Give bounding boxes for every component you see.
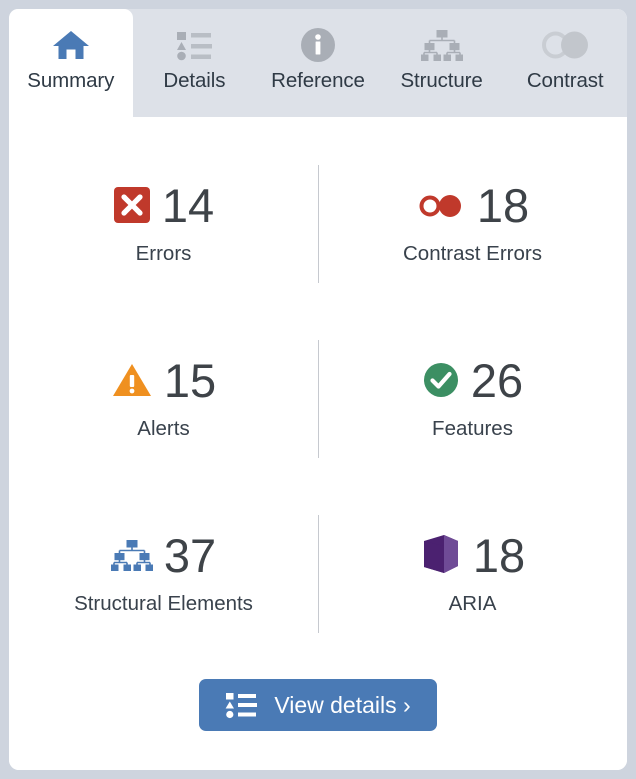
tab-details[interactable]: Details bbox=[133, 9, 257, 117]
tab-reference[interactable]: Reference bbox=[256, 9, 380, 117]
stat-row: 14 Errors 18 Contrast Errors bbox=[9, 147, 627, 322]
tab-details-label: Details bbox=[163, 69, 226, 92]
tab-structure[interactable]: Structure bbox=[380, 9, 504, 117]
tab-contrast[interactable]: Contrast bbox=[503, 9, 627, 117]
home-icon bbox=[50, 23, 92, 67]
stat-alerts-label: Alerts bbox=[137, 417, 190, 440]
stat-aria-value: 18 bbox=[472, 528, 526, 582]
stat-aria-label: ARIA bbox=[448, 592, 497, 615]
stat-alerts-value: 15 bbox=[163, 353, 217, 407]
stat-top: 14 bbox=[113, 177, 214, 233]
structure-blue-icon bbox=[110, 538, 153, 572]
stat-aria[interactable]: 18 ARIA bbox=[318, 497, 627, 672]
tab-bar: Summary Details Reference Structure Cont… bbox=[9, 9, 627, 117]
info-icon bbox=[299, 23, 337, 67]
tab-summary-label: Summary bbox=[27, 69, 115, 92]
tab-structure-label: Structure bbox=[400, 69, 483, 92]
footer-actions: View details › bbox=[9, 679, 627, 731]
summary-content: 14 Errors 18 Contrast Errors 15 Alerts 2… bbox=[9, 117, 627, 770]
stat-top: 15 bbox=[111, 352, 216, 408]
stat-top: 18 bbox=[420, 527, 525, 583]
alert-icon bbox=[111, 361, 153, 399]
list-icon bbox=[225, 691, 258, 719]
contrast-icon bbox=[542, 23, 589, 67]
stat-features[interactable]: 26 Features bbox=[318, 322, 627, 497]
tab-reference-label: Reference bbox=[271, 69, 365, 92]
stat-structural-elements-value: 37 bbox=[163, 528, 217, 582]
stat-features-value: 26 bbox=[470, 353, 524, 407]
aria-cube-icon bbox=[420, 533, 462, 577]
list-icon bbox=[174, 23, 214, 67]
stat-features-label: Features bbox=[432, 417, 513, 440]
stat-top: 37 bbox=[110, 527, 217, 583]
stat-errors-label: Errors bbox=[135, 242, 192, 265]
wave-panel: Summary Details Reference Structure Cont… bbox=[9, 9, 627, 770]
error-icon bbox=[113, 186, 151, 224]
stat-contrast-errors-value: 18 bbox=[476, 178, 530, 232]
stat-top: 26 bbox=[422, 352, 523, 408]
stat-contrast-errors-label: Contrast Errors bbox=[403, 242, 542, 265]
tab-contrast-label: Contrast bbox=[526, 69, 604, 92]
stat-structural-elements[interactable]: 37 Structural Elements bbox=[9, 497, 318, 672]
stats-grid: 14 Errors 18 Contrast Errors 15 Alerts 2… bbox=[9, 147, 627, 672]
tab-summary[interactable]: Summary bbox=[9, 9, 133, 117]
structure-icon bbox=[420, 23, 463, 67]
view-details-button[interactable]: View details › bbox=[199, 679, 437, 731]
stat-row: 15 Alerts 26 Features bbox=[9, 322, 627, 497]
feature-icon bbox=[422, 361, 460, 399]
stat-top: 18 bbox=[416, 177, 529, 233]
stat-structural-elements-label: Structural Elements bbox=[74, 592, 253, 615]
stat-alerts[interactable]: 15 Alerts bbox=[9, 322, 318, 497]
stat-errors[interactable]: 14 Errors bbox=[9, 147, 318, 322]
view-details-label: View details › bbox=[274, 691, 411, 718]
contrast-error-icon bbox=[416, 190, 466, 220]
stat-contrast-errors[interactable]: 18 Contrast Errors bbox=[318, 147, 627, 322]
stat-row: 37 Structural Elements 18 ARIA bbox=[9, 497, 627, 672]
stat-errors-value: 14 bbox=[161, 178, 215, 232]
